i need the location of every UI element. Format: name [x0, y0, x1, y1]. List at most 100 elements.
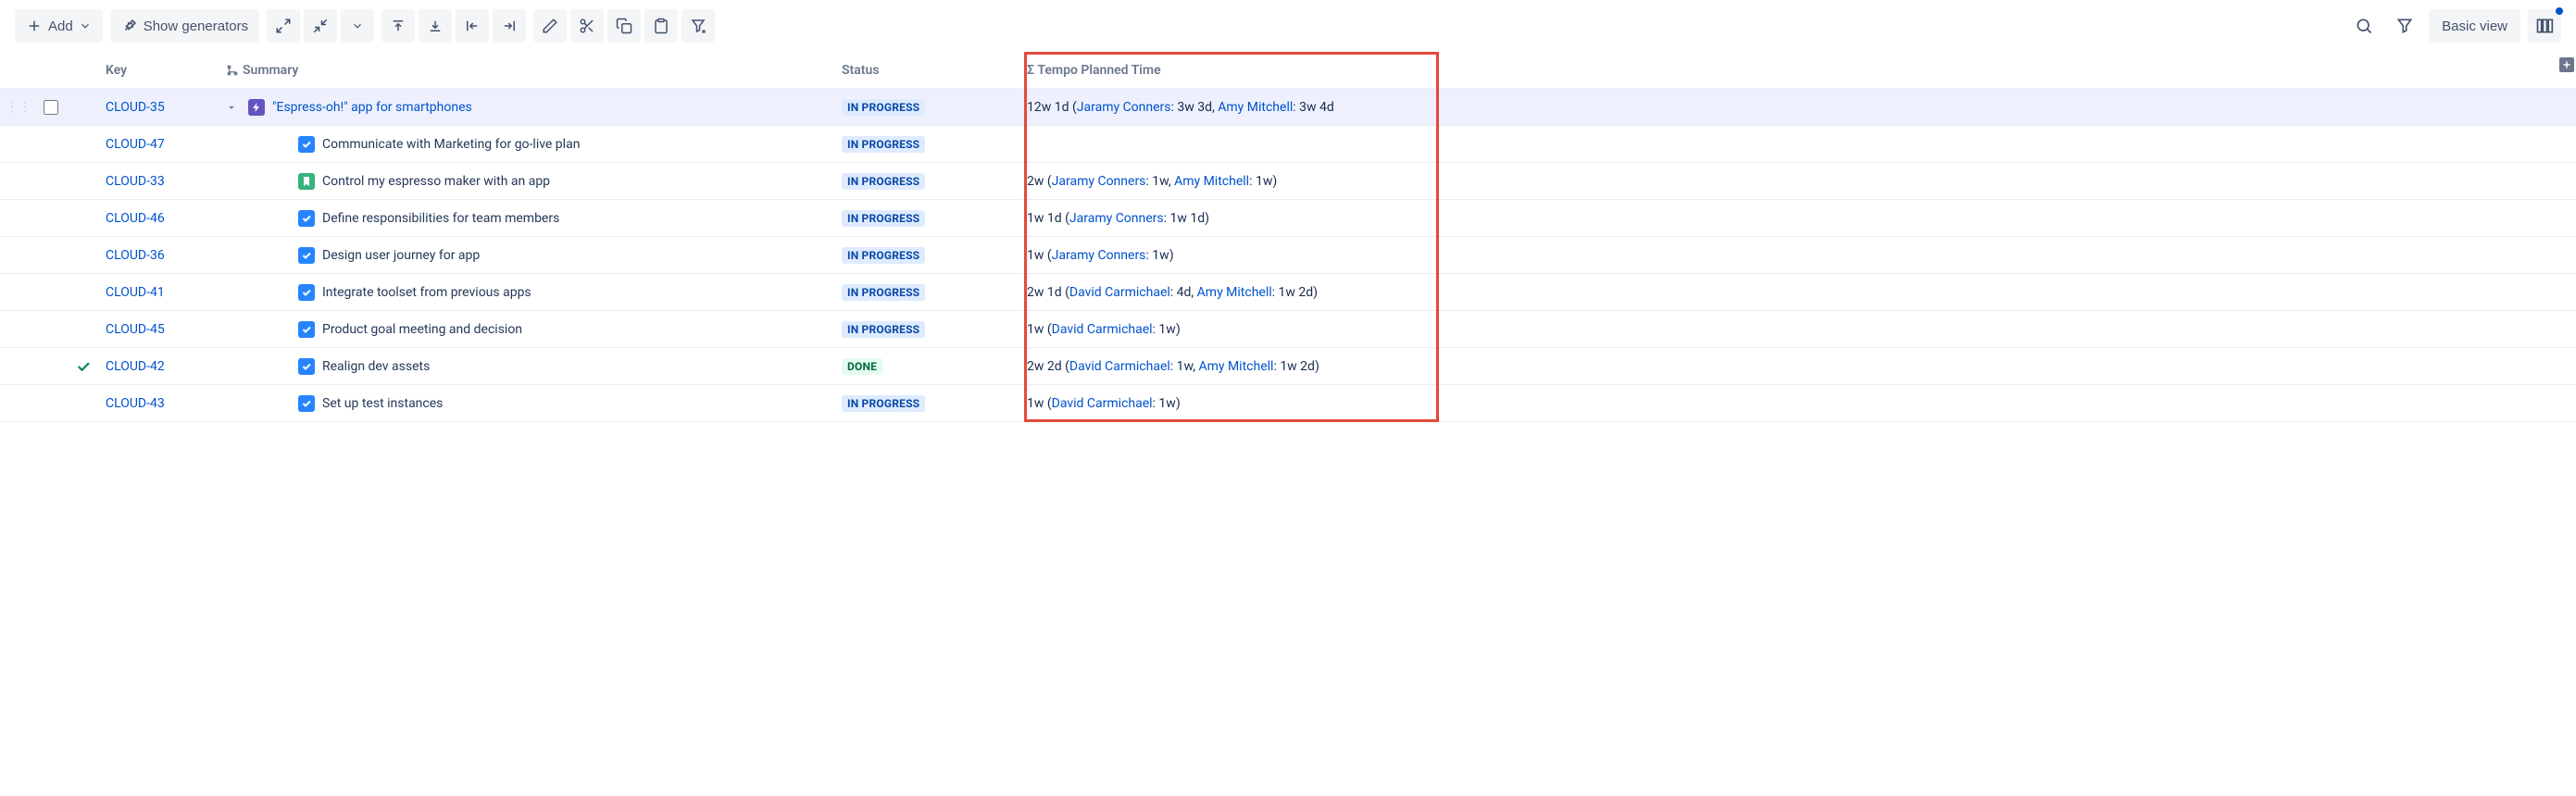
status-badge[interactable]: IN PROGRESS	[842, 99, 925, 116]
issue-key-link[interactable]: CLOUD-36	[106, 248, 165, 263]
tempo-user-link[interactable]: Amy Mitchell	[1197, 285, 1272, 300]
copy-icon	[616, 18, 632, 34]
tempo-user-link[interactable]: David Carmichael	[1052, 396, 1153, 411]
copy-button[interactable]	[607, 9, 641, 43]
cut-button[interactable]	[570, 9, 604, 43]
expand-more-button[interactable]	[341, 9, 374, 43]
issue-key-link[interactable]: CLOUD-43	[106, 396, 165, 411]
column-header-tempo[interactable]: Σ Tempo Planned Time	[1021, 56, 1429, 85]
tempo-user-link[interactable]: David Carmichael	[1052, 322, 1153, 337]
issue-summary-link[interactable]: Product goal meeting and decision	[322, 322, 522, 337]
issue-key-link[interactable]: CLOUD-45	[106, 322, 165, 337]
issue-key-link[interactable]: CLOUD-35	[106, 100, 165, 115]
paste-icon	[653, 18, 669, 34]
search-button[interactable]	[2347, 9, 2381, 43]
table-row[interactable]: CLOUD-41 Integrate toolset from previous…	[0, 274, 2576, 311]
issue-grid: Key Summary Status Σ Tempo Planned Time …	[0, 52, 2576, 422]
add-button-label: Add	[48, 19, 73, 34]
show-generators-button[interactable]: Show generators	[110, 9, 259, 43]
status-badge[interactable]: DONE	[842, 358, 882, 375]
filter-clear-icon	[690, 18, 707, 34]
indent-down-button[interactable]	[419, 9, 452, 43]
status-badge[interactable]: IN PROGRESS	[842, 247, 925, 264]
table-row[interactable]: CLOUD-43 Set up test instances IN PROGRE…	[0, 385, 2576, 422]
edit-button[interactable]	[533, 9, 567, 43]
issue-summary-link[interactable]: Integrate toolset from previous apps	[322, 285, 531, 300]
drag-handle[interactable]: ⋮⋮	[0, 93, 33, 122]
filter-button[interactable]	[2388, 9, 2421, 43]
issue-key-link[interactable]: CLOUD-42	[106, 359, 165, 374]
pin-icon	[121, 18, 138, 34]
issue-key-link[interactable]: CLOUD-47	[106, 137, 165, 152]
tempo-user-link[interactable]: Jaramy Conners	[1069, 211, 1164, 226]
chevron-down-icon	[79, 19, 92, 32]
table-row[interactable]: ⋮⋮ CLOUD-35 "Espress-oh!" app for smartp…	[0, 89, 2576, 126]
columns-button[interactable]	[2528, 9, 2561, 43]
column-header-summary[interactable]: Summary	[220, 56, 836, 85]
issue-summary-link[interactable]: Communicate with Marketing for go-live p…	[322, 137, 580, 152]
table-row[interactable]: CLOUD-36 Design user journey for app IN …	[0, 237, 2576, 274]
tempo-user-link[interactable]: Amy Mitchell	[1218, 100, 1293, 115]
status-badge[interactable]: IN PROGRESS	[842, 321, 925, 338]
expand-all-button[interactable]	[267, 9, 300, 43]
indent-right-button[interactable]	[493, 9, 526, 43]
table-row[interactable]: CLOUD-45 Product goal meeting and decisi…	[0, 311, 2576, 348]
scissors-icon	[579, 18, 595, 34]
toolbar: Add Show generators	[0, 0, 2576, 52]
outdent-left-icon	[464, 18, 481, 34]
issue-summary-link[interactable]: Realign dev assets	[322, 359, 430, 374]
add-column-button[interactable]	[2559, 57, 2574, 72]
tempo-total: 2w	[1027, 174, 1044, 189]
status-badge[interactable]: IN PROGRESS	[842, 284, 925, 301]
tempo-user-link[interactable]: Jaramy Conners	[1077, 100, 1171, 115]
issue-summary-link[interactable]: Control my espresso maker with an app	[322, 174, 550, 189]
issue-summary-link[interactable]: Design user journey for app	[322, 248, 480, 263]
status-badge[interactable]: IN PROGRESS	[842, 136, 925, 153]
table-row[interactable]: CLOUD-42 Realign dev assets DONE 2w 2d (…	[0, 348, 2576, 385]
tempo-user-link[interactable]: Jaramy Conners	[1052, 174, 1146, 189]
status-badge[interactable]: IN PROGRESS	[842, 395, 925, 412]
task-type-icon	[298, 284, 315, 301]
done-indicator	[67, 248, 100, 263]
done-indicator	[67, 174, 100, 189]
tempo-planned-time: 1w (David Carmichael: 1w)	[1021, 389, 1429, 418]
done-indicator	[67, 137, 100, 152]
tempo-user-link[interactable]: David Carmichael	[1069, 359, 1170, 374]
tempo-user-link[interactable]: Jaramy Conners	[1052, 248, 1146, 263]
collapse-all-button[interactable]	[304, 9, 337, 43]
task-type-icon	[298, 136, 315, 153]
issue-summary-link[interactable]: "Espress-oh!" app for smartphones	[272, 100, 472, 115]
plus-icon	[2561, 59, 2572, 70]
basic-view-button[interactable]: Basic view	[2429, 9, 2520, 43]
column-header-status[interactable]: Status	[836, 56, 1021, 85]
tempo-user-link[interactable]: Amy Mitchell	[1198, 359, 1273, 374]
outdent-left-button[interactable]	[456, 9, 489, 43]
row-checkbox[interactable]	[44, 100, 58, 115]
outdent-up-icon	[390, 18, 406, 34]
chevron-down-icon	[351, 19, 364, 32]
issue-summary-link[interactable]: Define responsibilities for team members	[322, 211, 559, 226]
issue-key-link[interactable]: CLOUD-41	[106, 285, 165, 300]
tempo-total: 1w	[1027, 248, 1044, 263]
outdent-up-button[interactable]	[381, 9, 415, 43]
column-header-key[interactable]: Key	[100, 56, 220, 85]
clear-filter-button[interactable]	[682, 9, 715, 43]
table-row[interactable]: CLOUD-33 Control my espresso maker with …	[0, 163, 2576, 200]
issue-key-link[interactable]: CLOUD-33	[106, 174, 165, 189]
tempo-user-link[interactable]: Amy Mitchell	[1174, 174, 1249, 189]
table-row[interactable]: CLOUD-46 Define responsibilities for tea…	[0, 200, 2576, 237]
status-badge[interactable]: IN PROGRESS	[842, 173, 925, 190]
table-row[interactable]: CLOUD-47 Communicate with Marketing for …	[0, 126, 2576, 163]
issue-key-link[interactable]: CLOUD-46	[106, 211, 165, 226]
paste-button[interactable]	[644, 9, 678, 43]
issue-summary-link[interactable]: Set up test instances	[322, 396, 443, 411]
task-type-icon	[298, 395, 315, 412]
expand-toggle[interactable]	[222, 101, 241, 114]
tempo-user-time: 1w	[1158, 396, 1175, 411]
add-button[interactable]: Add	[15, 9, 103, 43]
task-type-icon	[298, 210, 315, 227]
tempo-planned-time: 12w 1d (Jaramy Conners: 3w 3d, Amy Mitch…	[1021, 93, 1429, 122]
tempo-user-time: 1w 2d	[1279, 285, 1314, 300]
status-badge[interactable]: IN PROGRESS	[842, 210, 925, 227]
tempo-user-link[interactable]: David Carmichael	[1069, 285, 1170, 300]
